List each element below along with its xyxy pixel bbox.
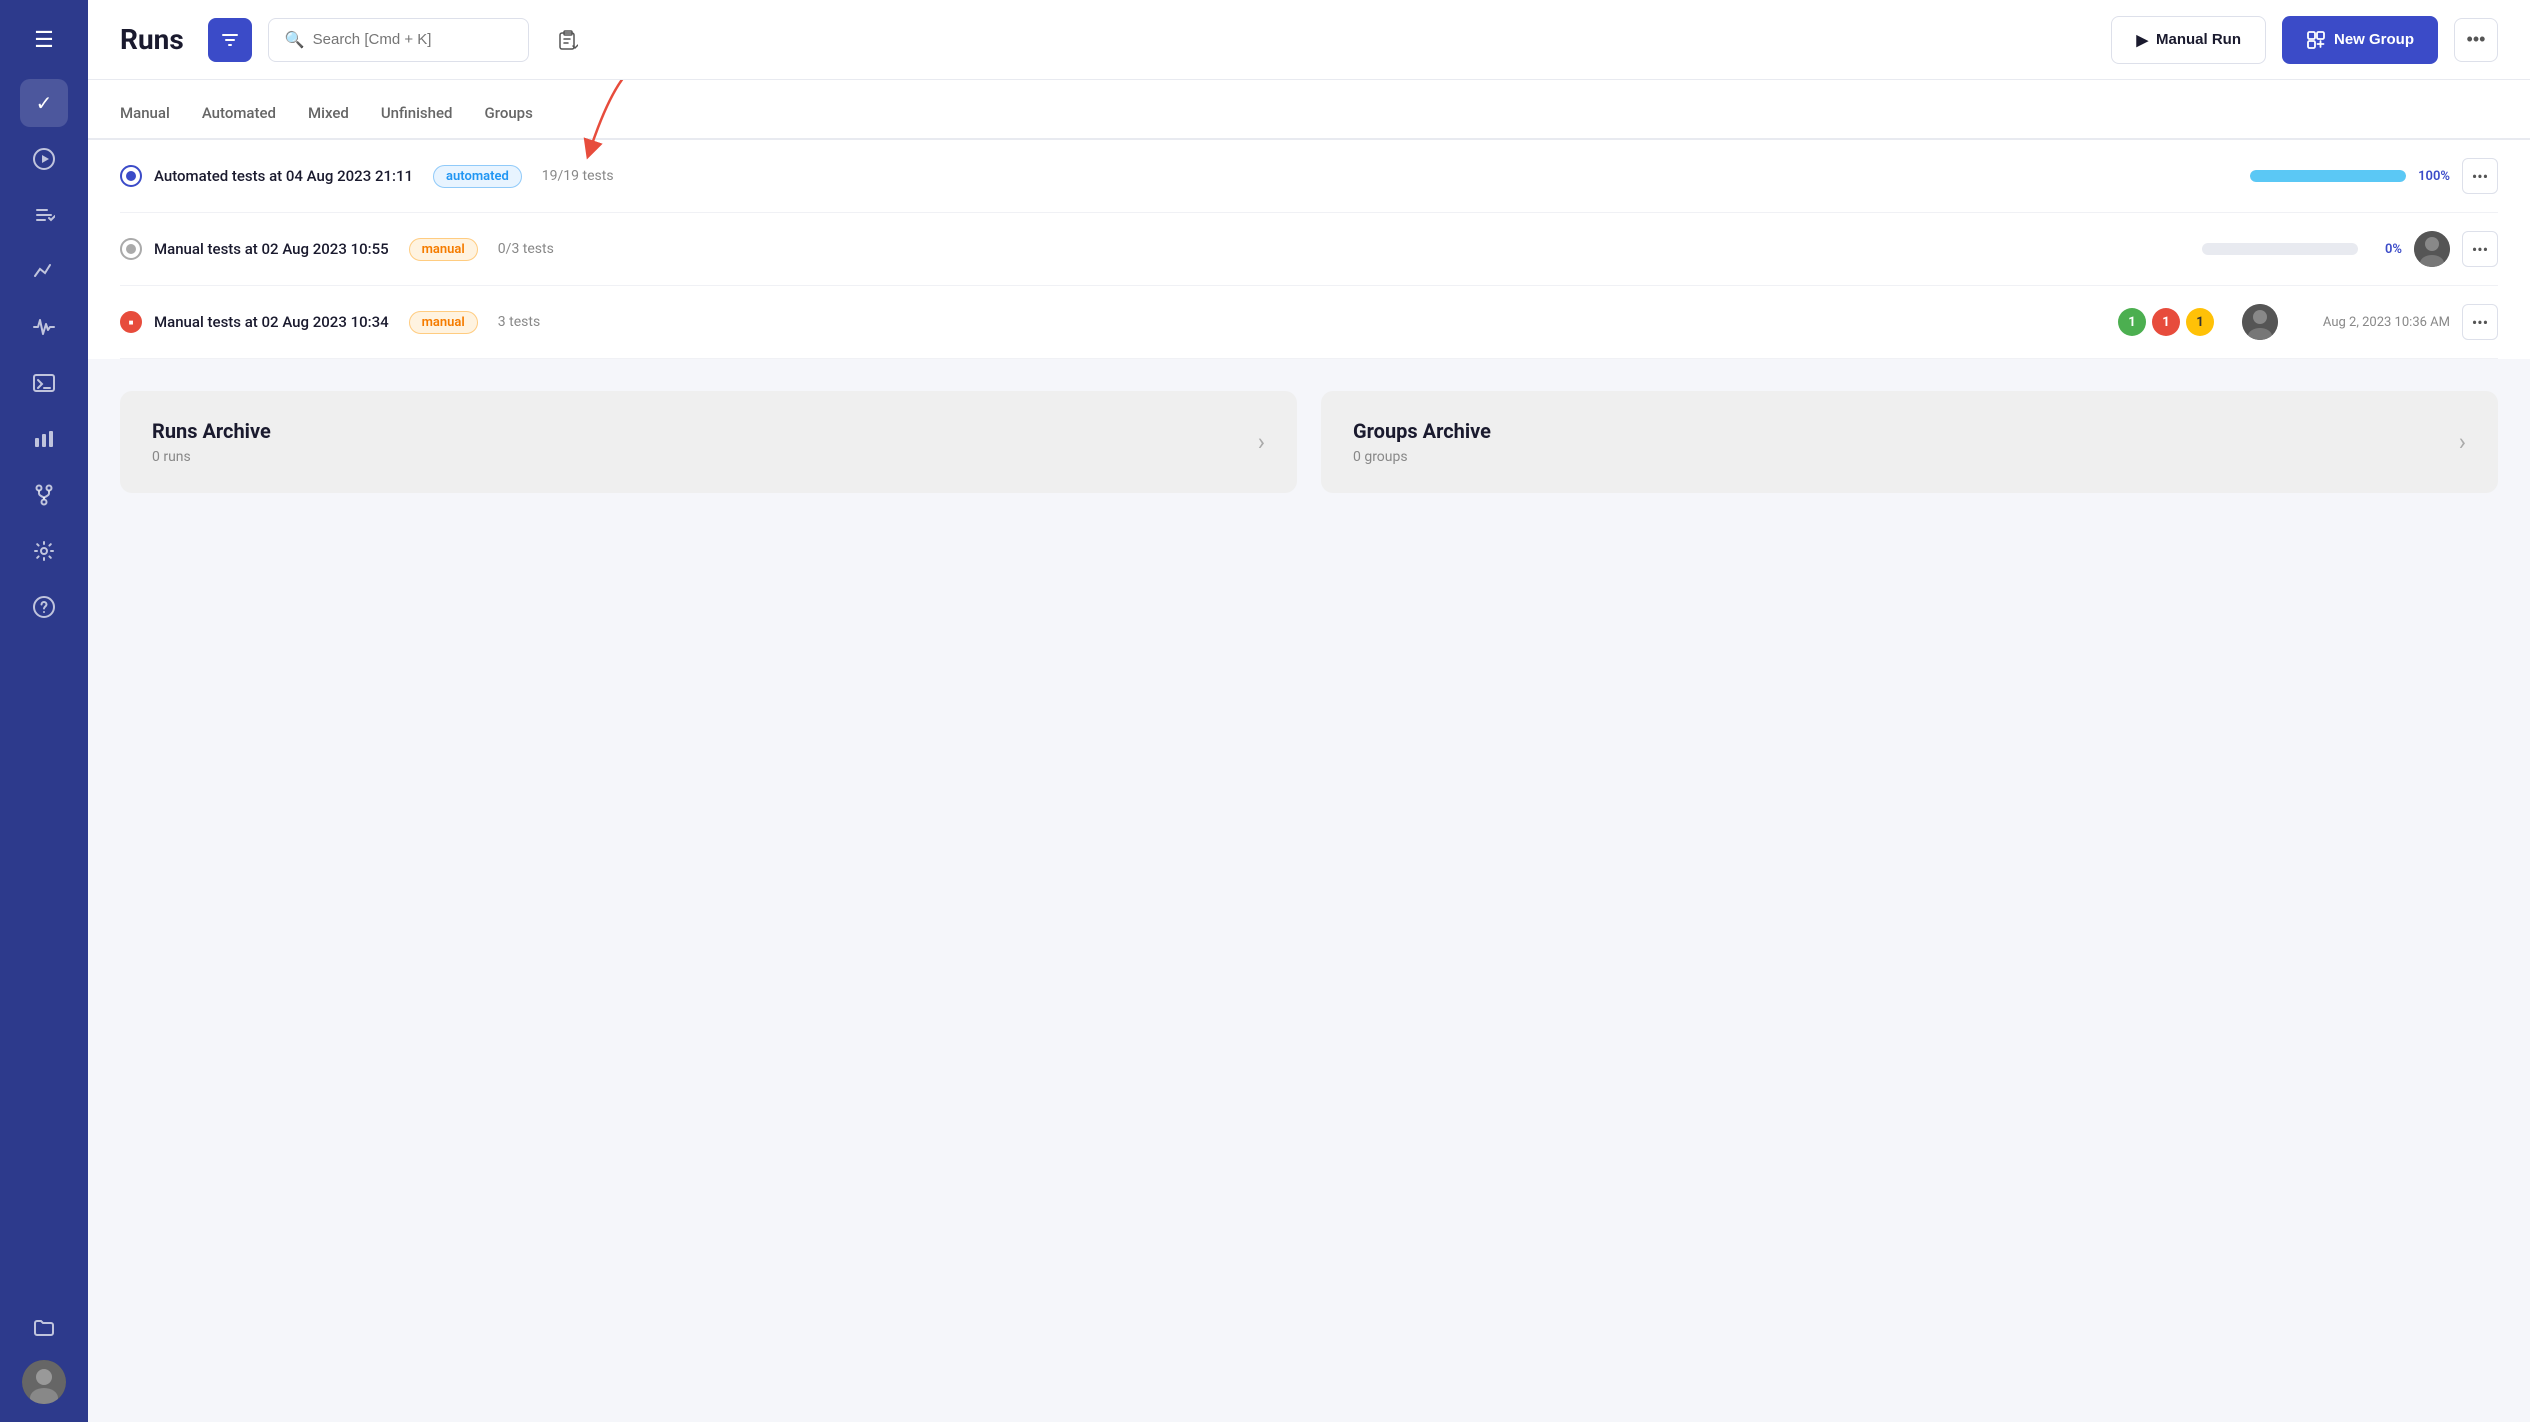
status-dots: 1 1 1 (2118, 308, 2214, 336)
run-progress: 0% (2202, 242, 2402, 257)
run-badge-automated: automated (433, 165, 522, 188)
search-input[interactable] (313, 31, 512, 48)
run-badge-manual: manual (409, 238, 478, 261)
search-icon: 🔍 (285, 30, 305, 49)
run-status-stopped-icon (120, 311, 142, 333)
tabs-bar: Manual Automated Mixed Unfinished Groups (88, 80, 2530, 140)
runs-list: Automated tests at 04 Aug 2023 21:11 aut… (88, 140, 2530, 359)
sidebar-icon-chart-line[interactable] (20, 247, 68, 295)
sidebar-icon-tasks[interactable] (20, 191, 68, 239)
tab-unfinished[interactable]: Unfinished (381, 104, 453, 140)
main-area: Runs 🔍 ▶ Manual Run (88, 0, 2530, 1422)
new-group-button[interactable]: New Group (2282, 16, 2438, 64)
runs-archive-title: Runs Archive (152, 419, 1258, 443)
new-group-label: New Group (2334, 31, 2414, 48)
run-tests-count: 3 tests (498, 314, 540, 330)
run-status-paused-icon (120, 238, 142, 260)
run-item: Manual tests at 02 Aug 2023 10:55 manual… (120, 213, 2498, 286)
runs-archive-card[interactable]: Runs Archive 0 runs › (120, 391, 1297, 493)
run-item: Automated tests at 04 Aug 2023 21:11 aut… (120, 140, 2498, 213)
groups-archive-subtitle: 0 groups (1353, 449, 2459, 465)
progress-label: 100% (2414, 169, 2450, 184)
run-status-running-icon (120, 165, 142, 187)
run-item: Manual tests at 02 Aug 2023 10:34 manual… (120, 286, 2498, 359)
tab-manual[interactable]: Manual (120, 104, 170, 140)
runs-archive-subtitle: 0 runs (152, 449, 1258, 465)
content-area: Manual Automated Mixed Unfinished Groups (88, 80, 2530, 1422)
hamburger-icon[interactable]: ☰ (24, 18, 64, 63)
run-more-button[interactable]: ••• (2462, 304, 2498, 340)
status-dot-yellow: 1 (2186, 308, 2214, 336)
status-dot-green: 1 (2118, 308, 2146, 336)
chevron-right-icon: › (1258, 428, 1265, 456)
search-box[interactable]: 🔍 (268, 18, 529, 62)
user-avatar[interactable] (22, 1360, 66, 1404)
progress-bar-bg (2250, 170, 2406, 182)
tab-groups[interactable]: Groups (484, 104, 532, 140)
run-tests-count: 19/19 tests (542, 168, 614, 184)
tab-automated[interactable]: Automated (202, 104, 276, 140)
sidebar-icon-folder[interactable] (20, 1304, 68, 1352)
sidebar-icon-help[interactable] (20, 583, 68, 631)
header: Runs 🔍 ▶ Manual Run (88, 0, 2530, 80)
sidebar-icon-fork[interactable] (20, 471, 68, 519)
groups-archive-title: Groups Archive (1353, 419, 2459, 443)
groups-archive-card[interactable]: Groups Archive 0 groups › (1321, 391, 2498, 493)
clipboard-button[interactable] (545, 18, 589, 62)
run-tests-count: 0/3 tests (498, 241, 554, 257)
run-progress: 100% (2250, 169, 2450, 184)
status-dot-red: 1 (2152, 308, 2180, 336)
progress-bar-bg (2202, 243, 2358, 255)
tab-mixed[interactable]: Mixed (308, 104, 349, 140)
run-date: Aug 2, 2023 10:36 AM (2290, 315, 2450, 330)
run-name[interactable]: Manual tests at 02 Aug 2023 10:55 (154, 240, 389, 258)
sidebar-icon-play[interactable] (20, 135, 68, 183)
progress-bar-fill (2250, 170, 2406, 182)
sidebar-icon-check[interactable]: ✓ (20, 79, 68, 127)
filter-button[interactable] (208, 18, 252, 62)
runs-archive-text: Runs Archive 0 runs (152, 419, 1258, 465)
run-name[interactable]: Automated tests at 04 Aug 2023 21:11 (154, 167, 413, 185)
run-avatar (2242, 304, 2278, 340)
sidebar-icon-terminal[interactable] (20, 359, 68, 407)
chevron-right-icon: › (2459, 428, 2466, 456)
groups-archive-text: Groups Archive 0 groups (1353, 419, 2459, 465)
sidebar-icon-settings[interactable] (20, 527, 68, 575)
manual-run-label: Manual Run (2156, 31, 2241, 48)
more-options-button[interactable]: ••• (2454, 18, 2498, 62)
run-more-button[interactable]: ••• (2462, 231, 2498, 267)
sidebar-icon-pulse[interactable] (20, 303, 68, 351)
play-icon: ▶ (2136, 31, 2148, 49)
run-name[interactable]: Manual tests at 02 Aug 2023 10:34 (154, 313, 389, 331)
sidebar: ☰ ✓ (0, 0, 88, 1422)
run-more-button[interactable]: ••• (2462, 158, 2498, 194)
page-title: Runs (120, 23, 184, 56)
progress-label: 0% (2366, 242, 2402, 257)
sidebar-icon-bar-chart[interactable] (20, 415, 68, 463)
run-avatar (2414, 231, 2450, 267)
manual-run-button[interactable]: ▶ Manual Run (2111, 16, 2266, 64)
run-badge-manual: manual (409, 311, 478, 334)
archive-section: Runs Archive 0 runs › Groups Archive 0 g… (120, 391, 2498, 493)
